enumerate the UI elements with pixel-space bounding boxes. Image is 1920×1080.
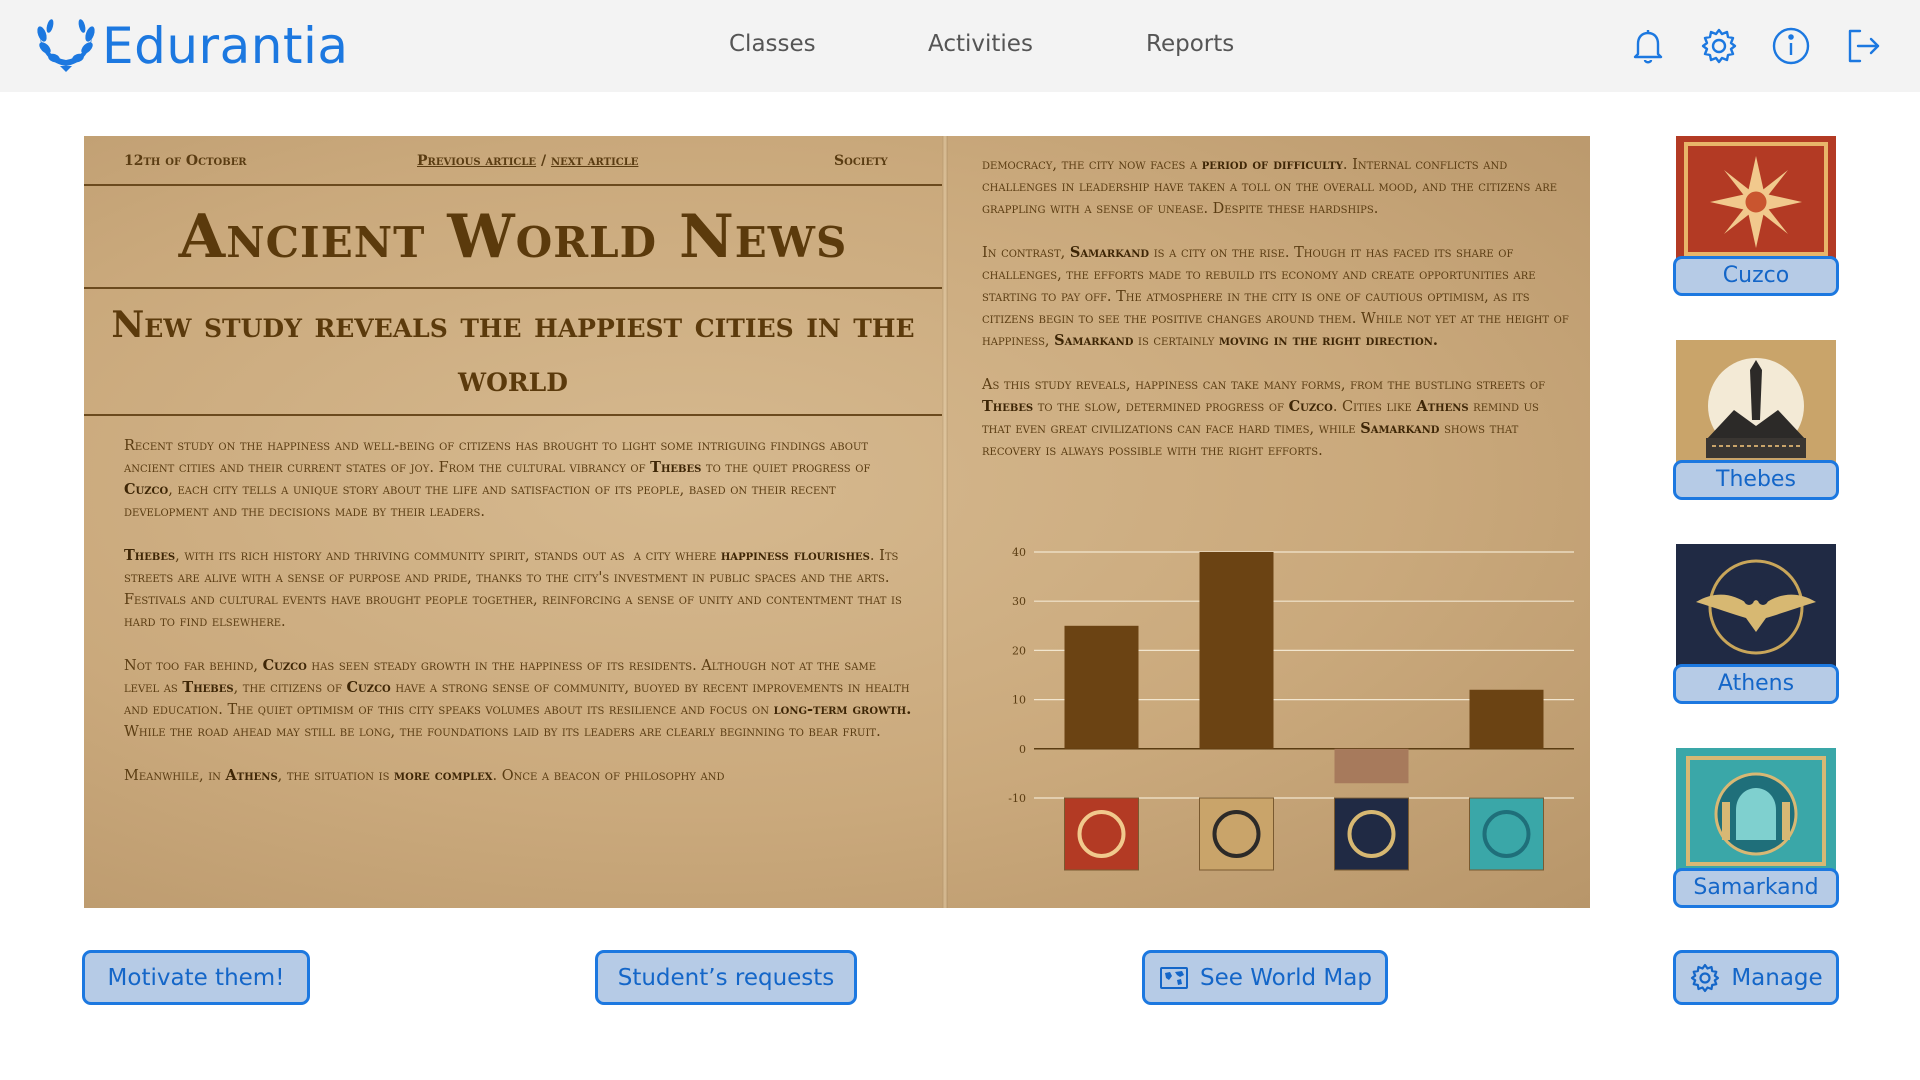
article-date: 12th of October <box>124 153 247 169</box>
athens-emblem-image <box>1676 544 1836 670</box>
city-button-cuzco[interactable]: Cuzco <box>1673 256 1839 296</box>
x-tick-emblem <box>1064 797 1139 871</box>
motivate-button-label: Motivate them! <box>107 964 285 991</box>
chart-bar <box>1064 625 1139 749</box>
happiness-bar-chart: -10 0 10 20 30 40 <box>1008 546 1574 871</box>
article-body-left: Recent study on the happiness and well-b… <box>124 438 912 784</box>
y-tick-label: 40 <box>1012 546 1026 559</box>
student-requests-button[interactable]: Student’s requests <box>595 950 857 1005</box>
world-map-icon <box>1160 966 1188 989</box>
article-navigation: Previous article / next article <box>417 153 638 169</box>
newspaper-masthead: Ancient World News <box>178 202 848 272</box>
world-map-button-label: See World Map <box>1200 964 1372 991</box>
app-logo[interactable]: Edurantia <box>34 16 349 76</box>
motivate-button[interactable]: Motivate them! <box>82 950 310 1005</box>
laurel-wreath-icon <box>37 19 95 72</box>
samarkand-emblem-image <box>1676 748 1836 874</box>
nav-reports[interactable]: Reports <box>1146 31 1234 57</box>
manage-button[interactable]: Manage <box>1673 950 1839 1005</box>
x-tick-emblem <box>1199 797 1274 871</box>
y-tick-label: 20 <box>1012 644 1026 657</box>
city-button-samarkand[interactable]: Samarkand <box>1673 868 1839 908</box>
article-section: Society <box>834 153 888 169</box>
top-navigation-bar: Edurantia Classes Activities Reports <box>0 0 1920 92</box>
info-icon[interactable] <box>1770 25 1812 67</box>
city-button-athens[interactable]: Athens <box>1673 664 1839 704</box>
y-tick-label: 30 <box>1012 595 1026 608</box>
divider <box>84 184 942 186</box>
article-body-right: democracy, the city now faces a period o… <box>982 156 1569 459</box>
nav-classes[interactable]: Classes <box>729 31 816 57</box>
cuzco-emblem-image <box>1676 136 1836 262</box>
thebes-emblem-image <box>1676 340 1836 466</box>
next-article-link[interactable]: next article <box>551 153 638 169</box>
newspaper-article: 12th of October Previous article / next … <box>84 136 1590 908</box>
world-map-button[interactable]: See World Map <box>1142 950 1388 1005</box>
logout-icon[interactable] <box>1842 25 1884 67</box>
previous-article-link[interactable]: Previous article <box>417 153 536 169</box>
x-tick-emblem <box>1334 797 1409 871</box>
nav-activities[interactable]: Activities <box>928 31 1033 57</box>
app-name: Edurantia <box>102 17 349 75</box>
y-tick-label: -10 <box>1008 792 1026 805</box>
y-tick-label: 10 <box>1012 694 1026 707</box>
article-nav-separator: / <box>540 153 547 169</box>
y-tick-label: 0 <box>1019 743 1026 756</box>
page-fold <box>942 136 948 908</box>
student-requests-button-label: Student’s requests <box>617 964 835 991</box>
divider <box>84 287 942 289</box>
gear-icon <box>1691 963 1720 992</box>
chart-bar <box>1469 689 1544 749</box>
x-tick-emblem <box>1469 797 1544 871</box>
bell-icon[interactable] <box>1627 25 1669 67</box>
chart-bar <box>1334 748 1409 784</box>
city-button-thebes[interactable]: Thebes <box>1673 460 1839 500</box>
chart-bar <box>1199 552 1274 749</box>
divider <box>84 414 942 416</box>
gear-icon[interactable] <box>1698 25 1740 67</box>
manage-button-label: Manage <box>1731 964 1823 991</box>
article-headline: New study reveals the happiest cities in… <box>111 304 915 400</box>
